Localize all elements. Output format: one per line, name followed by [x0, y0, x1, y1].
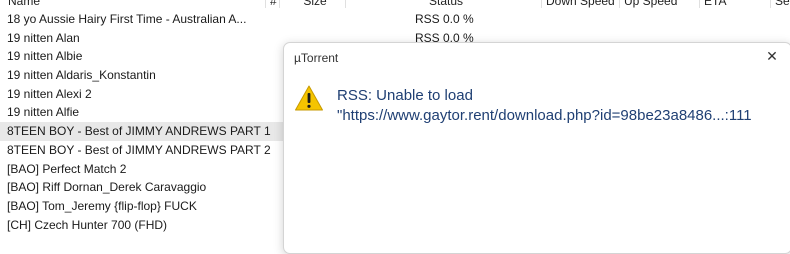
row-status: RSS 0.0 % [415, 12, 474, 26]
error-dialog: µTorrent ✕ RSS: Unable to load "https://… [283, 42, 790, 254]
row-name: [BAO] Riff Dornan_Derek Caravaggio [7, 180, 207, 195]
column-header-size[interactable]: Size [279, 0, 346, 8]
row-name: 19 nitten Aldaris_Konstantin [7, 68, 156, 83]
dialog-message: RSS: Unable to load "https://www.gaytor.… [337, 86, 752, 126]
column-header-down-speed[interactable]: Down Speed [541, 0, 620, 8]
row-name: [BAO] Perfect Match 2 [7, 161, 127, 176]
row-name: 19 nitten Albie [7, 49, 83, 64]
row-name: 19 nitten Alan [7, 30, 80, 45]
table-row[interactable]: 18 yo Aussie Hairy First Time - Australi… [0, 10, 790, 29]
column-header-up-speed[interactable]: Up Speed [619, 0, 700, 8]
column-header-eta[interactable]: ETA [699, 0, 760, 8]
dialog-message-line1: RSS: Unable to load [337, 87, 473, 104]
column-header-number[interactable]: # [265, 0, 280, 8]
column-header-seeds[interactable]: Se [770, 0, 790, 8]
column-header-name[interactable]: Name [4, 0, 274, 8]
row-name: 18 yo Aussie Hairy First Time - Australi… [7, 12, 247, 26]
row-name: 19 nitten Alexi 2 [7, 86, 92, 101]
row-name: 8TEEN BOY - Best of JIMMY ANDREWS PART 2 [7, 142, 271, 157]
row-name: [BAO] Tom_Jeremy {flip-flop} FUCK [7, 198, 197, 213]
row-name: 19 nitten Alfie [7, 105, 80, 120]
column-header-status[interactable]: Status [345, 0, 542, 8]
close-icon[interactable]: ✕ [765, 49, 779, 63]
dialog-title: µTorrent [294, 51, 339, 65]
column-header-row: Name # Size Status Down Speed Up Speed E… [0, 0, 790, 8]
row-name: [CH] Czech Hunter 700 (FHD) [7, 217, 168, 232]
warning-icon [294, 84, 324, 112]
dialog-message-line2: "https://www.gaytor.rent/download.php?id… [337, 107, 752, 124]
row-name: 8TEEN BOY - Best of JIMMY ANDREWS PART 1 [7, 124, 271, 139]
